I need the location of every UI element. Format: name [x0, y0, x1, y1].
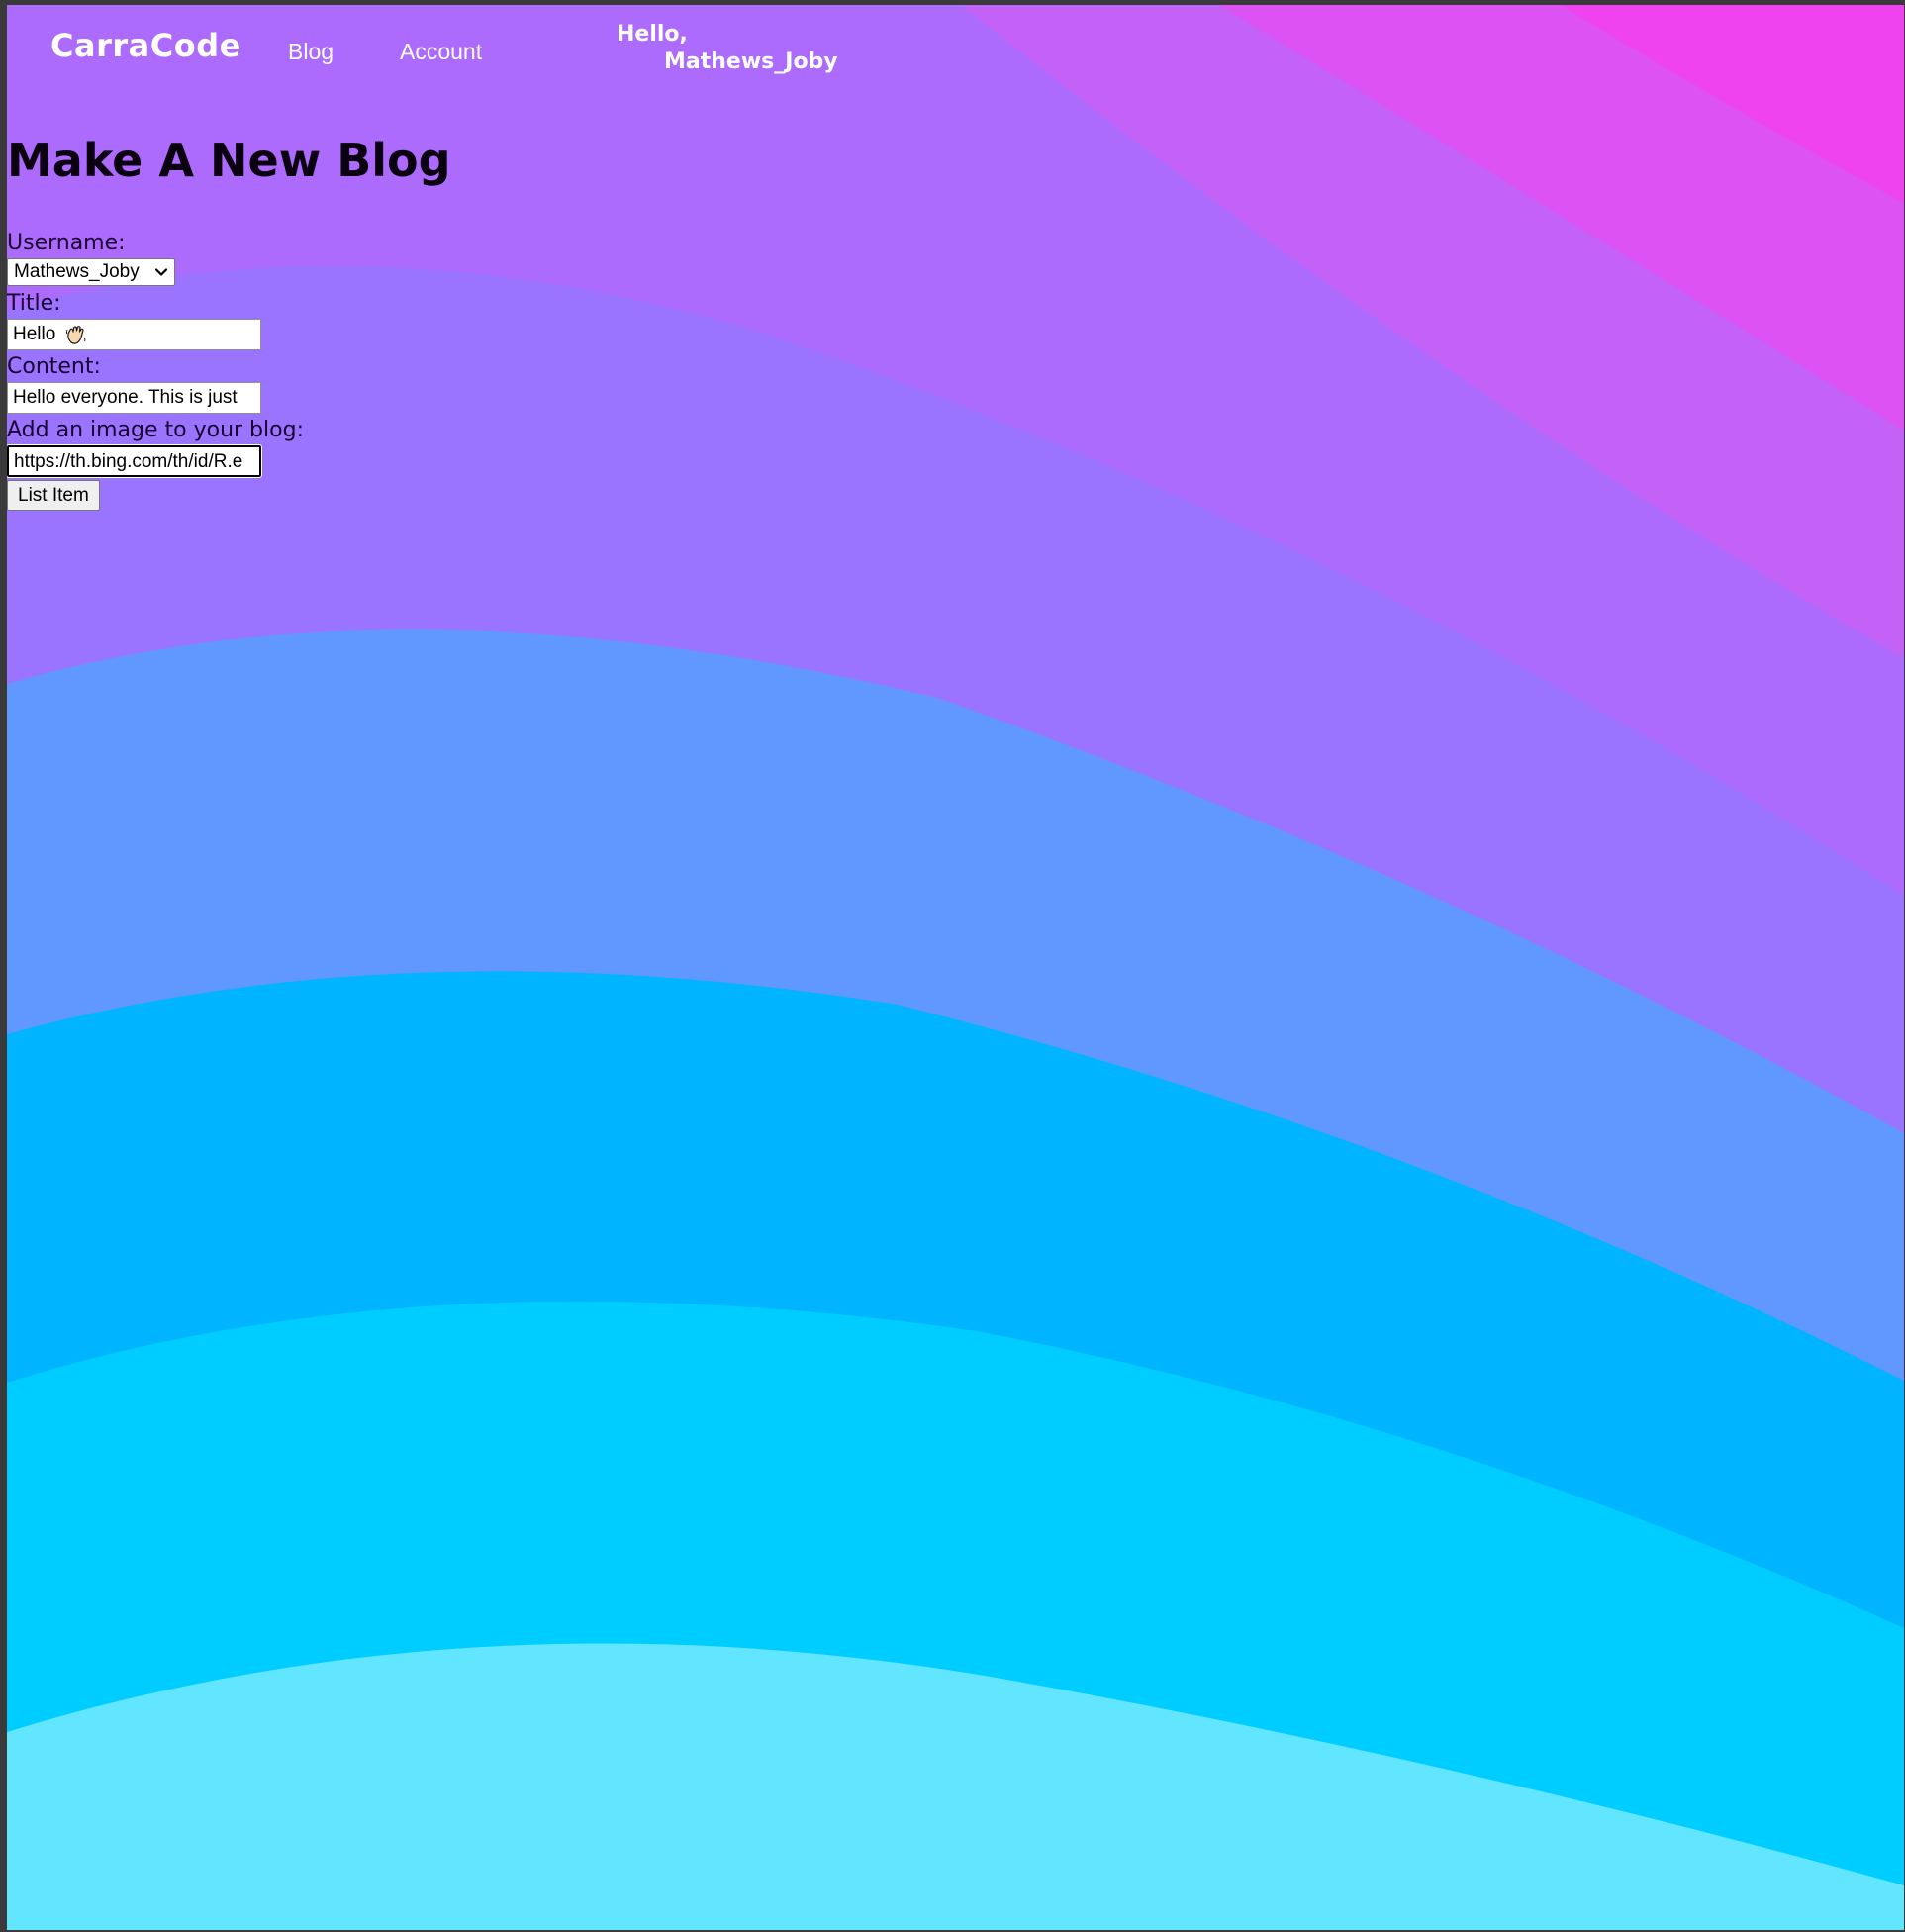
- list-item-button[interactable]: List Item: [7, 480, 100, 511]
- username-select[interactable]: Mathews_Joby: [7, 258, 175, 286]
- brand-logo-link[interactable]: CarraCode: [50, 27, 241, 64]
- greeting-text: Hello,: [617, 22, 688, 47]
- nav-link-account[interactable]: Account: [400, 39, 482, 65]
- title-label: Title:: [7, 291, 61, 316]
- content-input[interactable]: Hello everyone. This is just: [7, 382, 261, 414]
- user-greeting: Hello, Mathews_Joby: [617, 21, 838, 76]
- page-title: Make A New Blog: [7, 134, 451, 187]
- title-input[interactable]: Hello: [7, 319, 261, 350]
- chevron-down-icon: [154, 268, 168, 276]
- top-navbar: CarraCode Blog Account Hello, Mathews_Jo…: [7, 5, 1904, 94]
- username-label: Username:: [7, 231, 126, 255]
- title-input-value: Hello: [13, 324, 56, 344]
- browser-viewport: CarraCode Blog Account Hello, Mathews_Jo…: [7, 5, 1904, 1930]
- nav-link-blog[interactable]: Blog: [288, 39, 333, 65]
- waving-hand-icon: [65, 326, 85, 344]
- new-blog-form: Username: Mathews_Joby Title: Hello Cont…: [7, 229, 403, 511]
- greeting-username: Mathews_Joby: [664, 49, 838, 74]
- image-url-input[interactable]: https://th.bing.com/th/id/R.e: [7, 444, 262, 478]
- username-select-value: Mathews_Joby: [14, 261, 140, 282]
- image-url-label: Add an image to your blog:: [7, 418, 304, 442]
- page-content: CarraCode Blog Account Hello, Mathews_Jo…: [7, 5, 1904, 1930]
- content-label: Content:: [7, 354, 101, 379]
